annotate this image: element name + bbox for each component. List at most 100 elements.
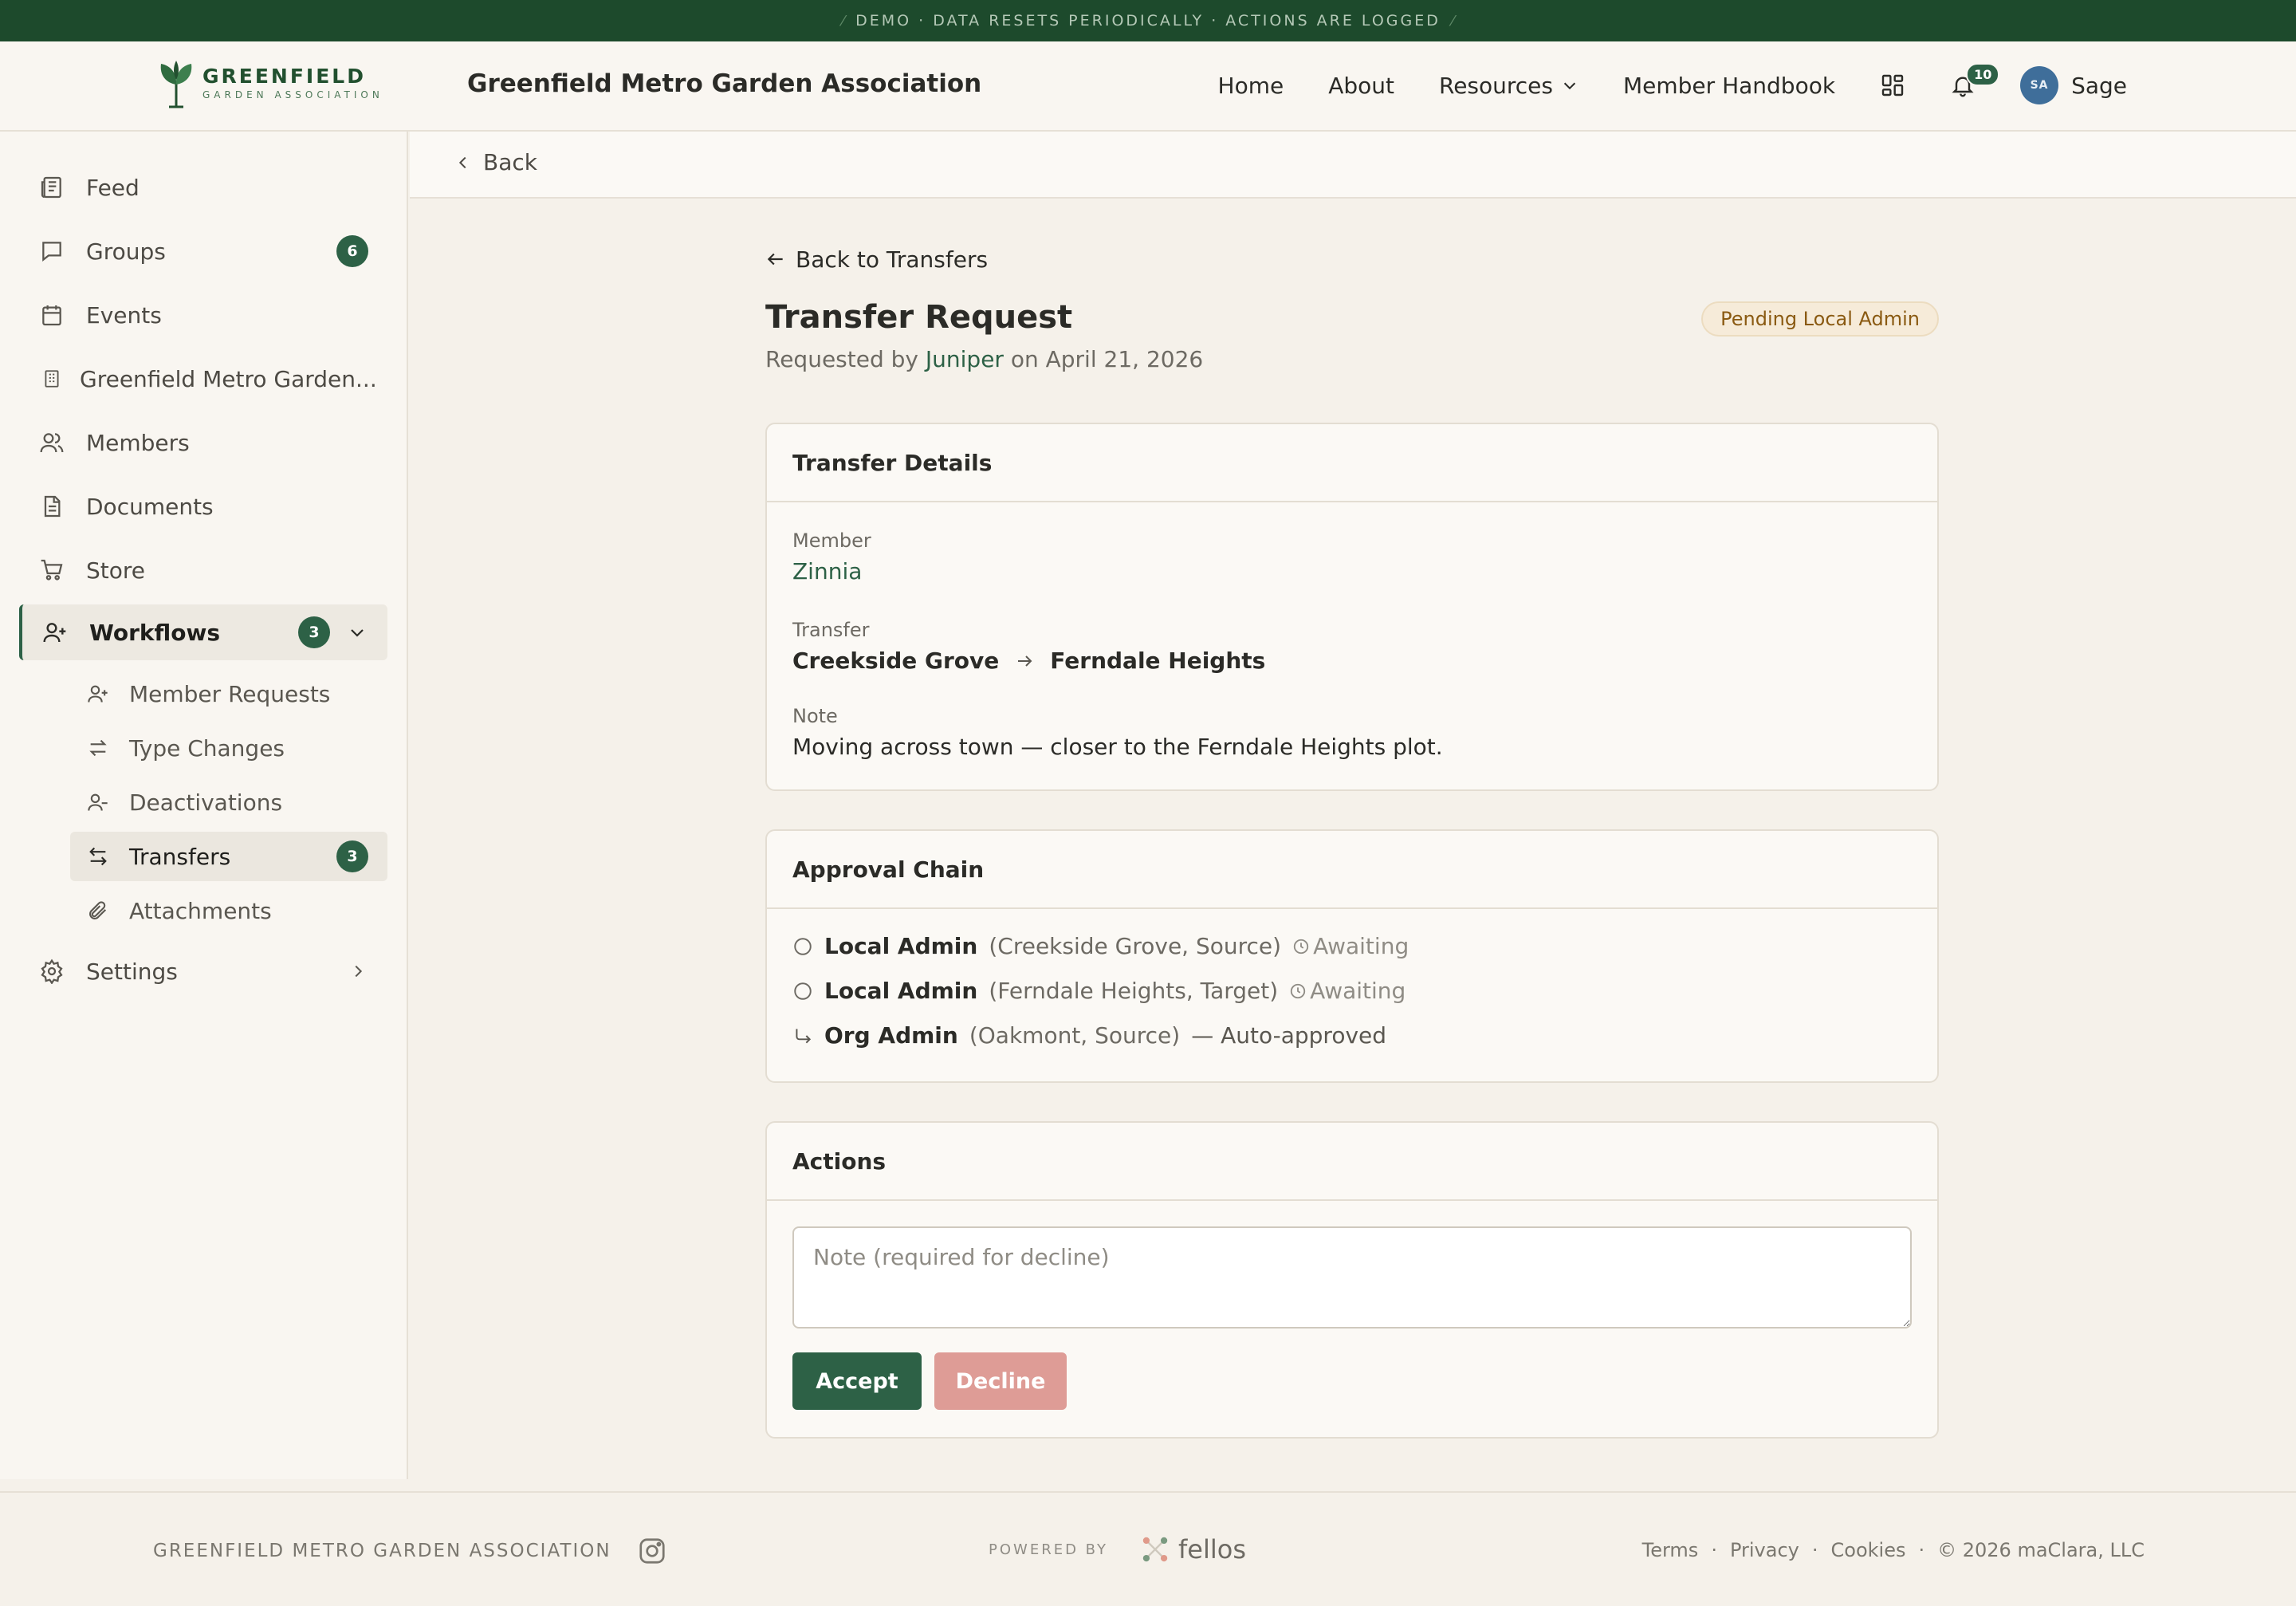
newspaper-icon (38, 174, 65, 201)
workflows-count-badge: 3 (298, 616, 330, 648)
sidebar-subitem-label: Member Requests (129, 680, 331, 707)
groups-count-badge: 6 (336, 235, 368, 267)
member-field: Member Zinnia (792, 529, 871, 585)
decline-note-textarea[interactable] (792, 1226, 1912, 1328)
users-icon (38, 429, 65, 456)
footer-separator: · (1711, 1539, 1717, 1561)
field-label: Member (792, 529, 871, 552)
brand-name: GREENFIELD (202, 65, 366, 88)
approval-context: (Oakmont, Source) (969, 1022, 1181, 1049)
sidebar-item-label: Store (86, 557, 146, 584)
transfers-count-badge: 3 (336, 840, 368, 872)
chat-bubble-icon (38, 238, 65, 265)
sidebar-item-org[interactable]: Greenfield Metro Garden... (19, 351, 387, 407)
sidebar-subitem-label: Attachments (129, 897, 272, 924)
fellos-logo-icon (1140, 1534, 1170, 1565)
demo-banner-text: DEMO · DATA RESETS PERIODICALLY · ACTION… (855, 12, 1441, 30)
approval-context: (Ferndale Heights, Target) (989, 978, 1279, 1004)
sidebar-subitem-member-requests[interactable]: Member Requests (70, 669, 387, 718)
nav-home[interactable]: Home (1218, 73, 1284, 99)
nav-resources[interactable]: Resources (1439, 73, 1578, 99)
sidebar-item-members[interactable]: Members (19, 415, 387, 470)
card-heading: Approval Chain (767, 831, 1937, 909)
page-heading: Back to Transfers Transfer Request Pendi… (765, 239, 1939, 372)
sidebar-subitem-transfers[interactable]: Transfers 3 (70, 832, 387, 881)
sidebar-item-store[interactable]: Store (19, 542, 387, 598)
nav-about[interactable]: About (1328, 73, 1394, 99)
back-to-transfers-link[interactable]: Back to Transfers (765, 239, 1939, 279)
sidebar-item-events[interactable]: Events (19, 287, 387, 343)
sidebar-item-feed[interactable]: Feed (19, 159, 387, 215)
sidebar-item-workflows[interactable]: Workflows 3 (19, 604, 387, 660)
sidebar-item-label: Members (86, 429, 190, 456)
member-link[interactable]: Zinnia (792, 558, 871, 585)
approval-status-text: — Auto-approved (1191, 1022, 1387, 1049)
sidebar-item-label: Workflows (89, 619, 221, 646)
field-label: Transfer (792, 619, 870, 641)
nav-resources-label: Resources (1439, 72, 1553, 99)
footer-separator: · (1918, 1539, 1925, 1561)
transfer-field: Transfer Creekside Grove Ferndale Height… (792, 619, 1265, 674)
note-field: Note Moving across town — closer to the … (792, 705, 1443, 760)
pending-circle-icon (792, 981, 813, 1002)
sidebar-subitem-type-changes[interactable]: Type Changes (70, 723, 387, 773)
note-text: Moving across town — closer to the Fernd… (792, 734, 1443, 760)
main-nav: Home About Resources Member Handbook 10 … (1218, 63, 2127, 107)
chevron-down-icon (1561, 77, 1578, 94)
shopping-cart-icon (38, 557, 65, 584)
approval-role: Org Admin (824, 1022, 958, 1049)
transfer-to: Ferndale Heights (1050, 648, 1266, 674)
status-badge: Pending Local Admin (1701, 301, 1939, 337)
card-heading: Actions (767, 1123, 1937, 1201)
approval-role: Local Admin (824, 933, 978, 959)
demo-banner: ⁄ DEMO · DATA RESETS PERIODICALLY · ACTI… (0, 0, 2296, 41)
sidebar-item-label: Groups (86, 238, 166, 265)
fellos-brand[interactable]: fellos (1140, 1534, 1246, 1565)
approval-step: Org Admin (Oakmont, Source) — Auto-appro… (792, 1022, 1386, 1049)
back-to-transfers-label: Back to Transfers (796, 246, 989, 273)
sidebar-subitem-deactivations[interactable]: Deactivations (70, 777, 387, 827)
sidebar-item-label: Feed (86, 174, 140, 201)
chevron-down-icon[interactable] (348, 623, 367, 642)
arrow-right-icon (1015, 651, 1034, 671)
approval-context: (Creekside Grove, Source) (989, 933, 1282, 959)
transfer-from: Creekside Grove (792, 648, 1000, 674)
corner-down-right-icon (792, 1025, 813, 1046)
approval-role: Local Admin (824, 978, 978, 1004)
document-icon (38, 493, 65, 520)
pending-circle-icon (792, 936, 813, 957)
building-icon (38, 365, 65, 392)
instagram-icon[interactable] (637, 1536, 667, 1566)
back-button[interactable]: Back (454, 149, 537, 175)
transfer-route: Creekside Grove Ferndale Heights (792, 648, 1265, 674)
sidebar-subitem-attachments[interactable]: Attachments (70, 886, 387, 935)
sidebar-item-documents[interactable]: Documents (19, 478, 387, 534)
approval-step: Local Admin (Ferndale Heights, Target) A… (792, 978, 1406, 1004)
notifications-bell-icon[interactable]: 10 (1950, 63, 2000, 98)
slash-decoration-right: ⁄ (1451, 12, 1454, 30)
user-minus-icon (86, 790, 110, 814)
approval-status: Awaiting (1292, 933, 1409, 959)
user-name: Sage (2071, 72, 2127, 99)
decline-button[interactable]: Decline (934, 1352, 1067, 1410)
brand-logo[interactable]: GREENFIELD GARDEN ASSOCIATION (158, 59, 383, 108)
calendar-icon (38, 301, 65, 329)
user-menu[interactable]: SA Sage (2020, 66, 2127, 104)
nav-member-handbook[interactable]: Member Handbook (1623, 73, 1835, 99)
apps-grid-icon[interactable] (1880, 73, 1905, 98)
sidebar-item-groups[interactable]: Groups 6 (19, 223, 387, 279)
footer-link-terms[interactable]: Terms (1642, 1539, 1699, 1561)
sidebar-subitem-label: Deactivations (129, 789, 283, 816)
footer-link-privacy[interactable]: Privacy (1730, 1539, 1799, 1561)
fellos-name: fellos (1178, 1534, 1246, 1565)
sidebar-item-settings[interactable]: Settings (19, 943, 387, 999)
sidebar: Feed Groups 6 Events Greenfield Metro Ga… (0, 132, 408, 1479)
sidebar-subitem-label: Transfers (129, 843, 231, 870)
accept-button[interactable]: Accept (792, 1352, 922, 1410)
sidebar-item-label: Settings (86, 958, 178, 985)
approval-step: Local Admin (Creekside Grove, Source) Aw… (792, 933, 1409, 959)
sidebar-item-label: Documents (86, 493, 214, 520)
footer-link-cookies[interactable]: Cookies (1831, 1539, 1906, 1561)
sprout-logo-icon (158, 59, 195, 108)
gear-icon (38, 958, 65, 985)
